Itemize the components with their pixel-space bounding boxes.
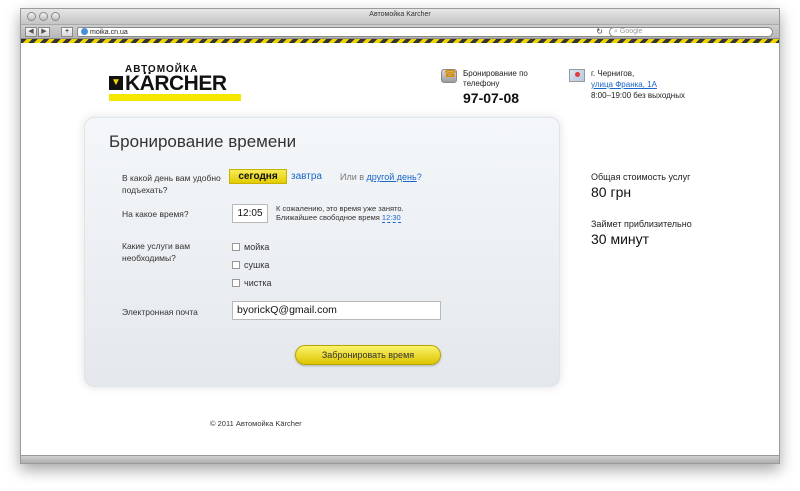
email-label: Электронная почта	[122, 307, 198, 317]
day-question: В какой день вам удобно подъехать?	[122, 173, 221, 195]
time-question: На какое время?	[122, 209, 189, 219]
duration-value: 30 минут	[591, 231, 650, 247]
search-icon: ⌕	[614, 28, 618, 35]
free-time-link[interactable]: 12:30	[381, 213, 401, 223]
total-cost-label: Общая стоимость услуг	[591, 172, 691, 182]
hazard-stripe	[21, 39, 779, 43]
other-day-suffix: ?	[416, 172, 422, 182]
address-bar[interactable]: moika.cn.ua	[77, 27, 615, 37]
web-page: АВТОМОЙКА KÄRCHER Бронирование по телефо…	[21, 45, 779, 463]
logo-emblem-icon	[109, 76, 123, 90]
url-text: moika.cn.ua	[90, 29, 128, 36]
dry-checkbox[interactable]	[232, 261, 240, 269]
status-bar	[21, 455, 779, 463]
search-field[interactable]: ⌕ Google	[609, 27, 773, 37]
service-dry[interactable]: сушка	[232, 260, 269, 270]
map-icon	[569, 69, 585, 82]
service-wash[interactable]: мойка	[232, 242, 269, 252]
forward-arrow-icon[interactable]: ▶	[38, 27, 50, 37]
service-wash-label: мойка	[244, 242, 270, 252]
service-clean[interactable]: чистка	[232, 278, 271, 288]
footer-copyright: © 2011 Автомойка Kärcher	[210, 419, 302, 428]
browser-toolbar: ◀ ▶ + moika.cn.ua ↻ ⌕ Google	[21, 25, 779, 39]
other-day-link[interactable]: другой день	[367, 172, 417, 182]
globe-icon	[81, 28, 88, 35]
today-button[interactable]: сегодня	[229, 169, 287, 184]
booking-form: Бронирование времени В какой день вам уд…	[84, 117, 560, 387]
back-arrow-icon[interactable]: ◀	[25, 27, 37, 37]
clean-checkbox[interactable]	[232, 279, 240, 287]
browser-window: Автомойка Karcher ◀ ▶ + moika.cn.ua ↻ ⌕ …	[20, 8, 780, 464]
form-title: Бронирование времени	[109, 132, 297, 151]
email-field[interactable]: byorickQ@gmail.com	[232, 301, 441, 320]
address-street-link[interactable]: улица Франка, 1А	[591, 80, 657, 89]
window-title: Автомойка Karcher	[369, 11, 431, 18]
logo-title: KÄRCHER	[125, 72, 227, 95]
time-input[interactable]: 12:05	[232, 204, 268, 223]
time-nearest-text: Ближайшее свободное время 12:30	[276, 213, 436, 223]
other-day-prefix: Или в	[340, 172, 367, 182]
tomorrow-link[interactable]: завтра	[291, 171, 322, 182]
reload-icon[interactable]: ↻	[596, 27, 603, 36]
services-question: Какие услуги вам необходимы?	[122, 241, 191, 263]
time-busy-text: К сожалению, это время уже занято.	[276, 204, 404, 213]
service-clean-label: чистка	[244, 278, 272, 288]
phone-number: 97-07-08	[463, 90, 520, 106]
book-time-button[interactable]: Забронировать время	[295, 345, 441, 365]
time-nearest-label: Ближайшее свободное время	[276, 213, 382, 222]
address-city: г. Чернигов,	[591, 69, 635, 78]
phone-booking-label: Бронирование по телефону	[463, 69, 528, 88]
phone-icon	[441, 69, 457, 83]
other-day-text: Или в другой день?	[340, 172, 422, 182]
title-bar: Автомойка Karcher	[21, 9, 779, 25]
logo-yellow-bar	[109, 94, 241, 101]
karcher-logo[interactable]: АВТОМОЙКА KÄRCHER	[109, 64, 241, 102]
search-placeholder: Google	[619, 28, 643, 35]
add-bookmark-button[interactable]: +	[61, 27, 73, 37]
wash-checkbox[interactable]	[232, 243, 240, 251]
time-note: К сожалению, это время уже занято. Ближа…	[276, 204, 436, 223]
total-cost-value: 80 грн	[591, 184, 632, 200]
duration-label: Займет приблизительно	[591, 219, 692, 229]
opening-hours: 8:00–19:00 без выходных	[591, 91, 685, 100]
service-dry-label: сушка	[244, 260, 270, 270]
